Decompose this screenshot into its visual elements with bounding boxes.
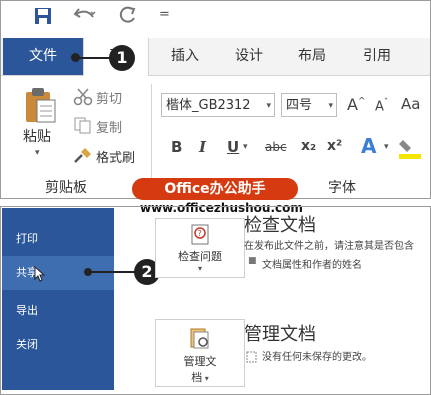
tab-layout[interactable]: 布局 (288, 38, 336, 75)
format-painter-icon[interactable] (73, 146, 93, 168)
manage-description: 没有任何未保存的更改。 (262, 352, 372, 363)
chevron-down-icon: ▾ (197, 264, 202, 273)
superscript-button[interactable]: x² (327, 138, 342, 154)
callout-1: 1 (109, 45, 135, 71)
callout-line (88, 271, 136, 273)
copy-icon[interactable] (73, 116, 93, 138)
ribbon-screenshot: = 文件 开 插入 设计 布局 引用 1 粘贴 ▾ 剪切 复制 格式刷 (0, 0, 431, 199)
text-effects-button[interactable]: A (361, 134, 376, 158)
callout-dot (71, 53, 80, 62)
sidebar-item-close[interactable]: 关闭 (2, 328, 114, 362)
manage-document-button[interactable]: 管理文 档 ▾ (155, 319, 245, 387)
font-size-select[interactable]: 四号 ▾ (281, 93, 337, 117)
grow-font-button[interactable]: A^ (347, 95, 366, 114)
grow-font-label: A (347, 95, 358, 114)
highlight-icon[interactable] (397, 138, 423, 164)
font-group-label: 字体 (328, 180, 356, 196)
subscript-button[interactable]: x₂ (301, 138, 316, 154)
clipboard-group-label: 剪贴板 (45, 180, 87, 196)
redo-icon[interactable] (117, 5, 139, 30)
chevron-down-icon[interactable]: ▾ (384, 142, 389, 152)
font-size-value: 四号 (286, 98, 313, 113)
tab-design[interactable]: 设计 (225, 38, 273, 75)
sidebar-item-share[interactable]: 共享 (2, 256, 114, 290)
inspect-document-button[interactable]: ? 检查问题 ▾ (155, 218, 245, 278)
paste-dropdown-icon[interactable]: ▾ (35, 148, 40, 158)
sidebar-item-print[interactable]: 打印 (2, 222, 114, 256)
cut-button[interactable]: 剪切 (96, 88, 122, 107)
inspect-title: 检查文档 (244, 215, 316, 236)
watermark-badge: Office办公助手 (132, 178, 298, 200)
callout-line (75, 57, 111, 59)
manage-button-label-line1: 管理文 (183, 355, 217, 368)
shrink-font-label: A (375, 99, 384, 115)
bullet-icon: ■ (248, 256, 257, 266)
shrink-font-button[interactable]: Aˇ (375, 98, 388, 114)
chevron-down-icon[interactable]: ▾ (243, 142, 248, 152)
more-icon[interactable]: = (159, 7, 170, 22)
bold-button[interactable]: B (171, 138, 182, 156)
document-icon (246, 348, 257, 367)
paste-icon[interactable] (23, 86, 57, 128)
save-icon[interactable] (34, 7, 52, 30)
undo-icon[interactable] (73, 5, 97, 30)
manage-title: 管理文档 (244, 324, 316, 345)
paste-button[interactable]: 粘贴 (23, 126, 51, 146)
chevron-down-icon: ▾ (328, 101, 333, 111)
format-painter-button[interactable]: 格式刷 (96, 147, 135, 166)
tab-insert[interactable]: 插入 (161, 38, 209, 75)
strikethrough-button[interactable]: abc (265, 140, 287, 154)
sidebar-item-export[interactable]: 导出 (2, 294, 114, 328)
manage-button-label-line2: 档 ▾ (191, 371, 209, 384)
inspect-button-label: 检查问题 (178, 250, 222, 263)
copy-button[interactable]: 复制 (96, 117, 122, 136)
ribbon-tabs: 文件 开 插入 设计 布局 引用 (1, 38, 430, 76)
inspect-icon: ? (191, 224, 209, 245)
font-name-value: 楷体_GB2312 (166, 98, 251, 113)
font-name-select[interactable]: 楷体_GB2312 ▾ (161, 93, 275, 117)
svg-text:?: ? (198, 229, 202, 238)
chevron-down-icon: ▾ (266, 101, 271, 111)
italic-button[interactable]: I (199, 138, 206, 156)
inspect-description: 在发布此文件之前，请注意其是否包含 (244, 241, 414, 252)
backstage-sidebar: 打印 共享 导出 关闭 (2, 208, 114, 390)
manage-document-icon (190, 328, 209, 349)
mouse-cursor-icon (34, 266, 46, 282)
underline-button[interactable]: U (227, 138, 239, 156)
inspect-bullet-text: 文档属性和作者的姓名 (262, 260, 362, 271)
tab-references[interactable]: 引用 (353, 38, 401, 75)
cut-icon[interactable] (73, 88, 93, 110)
change-case-button[interactable]: Aa (401, 95, 420, 113)
quick-access-toolbar: = (1, 1, 430, 38)
